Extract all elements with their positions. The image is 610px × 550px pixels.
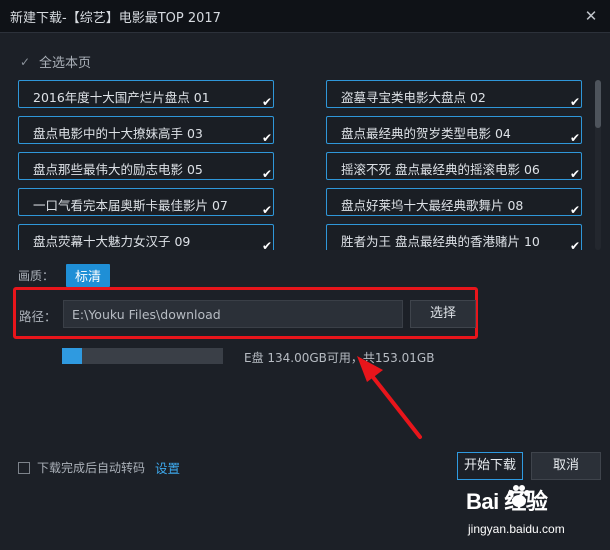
video-title: 摇滚不死 盘点最经典的摇滚电影 06 — [341, 162, 540, 177]
checkmark-icon: ✔ — [569, 95, 580, 109]
video-item-08[interactable]: 盘点好莱坞十大最经典歌舞片 08 ✔ — [326, 188, 582, 216]
video-title: 盘点最经典的贺岁类型电影 04 — [341, 126, 511, 141]
quality-row: 画质： 标清 — [18, 264, 111, 287]
path-label: 路径： — [19, 309, 57, 324]
checkmark-icon: ✔ — [261, 95, 272, 109]
video-title: 盘点好莱坞十大最经典歌舞片 08 — [341, 198, 524, 213]
window-title: 新建下载-【综艺】电影最TOP 2017 — [10, 11, 221, 26]
checkmark-icon: ✔ — [569, 239, 580, 250]
auto-transcode-checkbox[interactable] — [18, 461, 30, 474]
choose-path-button[interactable]: 选择 — [410, 300, 476, 328]
cancel-button[interactable]: 取消 — [531, 452, 601, 480]
auto-transcode-row: 下载完成后自动转码 设置 — [18, 458, 180, 477]
video-item-10[interactable]: 胜者为王 盘点最经典的香港赌片 10 ✔ — [326, 224, 582, 250]
watermark-url: jingyan.baidu.com — [468, 522, 565, 536]
checkmark-icon: ✔ — [261, 167, 272, 181]
start-download-button[interactable]: 开始下载 — [457, 452, 523, 480]
video-title: 盘点电影中的十大撩妹高手 03 — [33, 126, 203, 141]
disk-usage-bar — [62, 348, 223, 364]
video-title: 2016年度十大国产烂片盘点 01 — [33, 90, 210, 105]
paw-icon — [508, 485, 530, 507]
settings-link[interactable]: 设置 — [155, 458, 180, 477]
disk-usage-fill — [62, 348, 82, 364]
checkmark-icon: ✓ — [19, 54, 31, 69]
video-title: 胜者为王 盘点最经典的香港赌片 10 — [341, 234, 540, 249]
checkmark-icon: ✔ — [261, 131, 272, 145]
list-scrollbar[interactable] — [595, 80, 601, 250]
checkmark-icon: ✔ — [569, 167, 580, 181]
video-title: 盘点荧幕十大魅力女汉子 09 — [33, 234, 191, 249]
auto-transcode-label: 下载完成后自动转码 — [37, 461, 146, 475]
checkmark-icon: ✔ — [261, 239, 272, 250]
video-item-06[interactable]: 摇滚不死 盘点最经典的摇滚电影 06 ✔ — [326, 152, 582, 180]
video-title: 盘点那些最伟大的励志电影 05 — [33, 162, 203, 177]
quality-label: 画质： — [18, 269, 55, 283]
scrollbar-thumb[interactable] — [595, 80, 601, 128]
disk-space-info: E盘 134.00GB可用，共153.01GB — [244, 351, 435, 365]
select-all-label: 全选本页 — [39, 56, 92, 71]
video-item-05[interactable]: 盘点那些最伟大的励志电影 05 ✔ — [18, 152, 274, 180]
video-title: 盗墓寻宝类电影大盘点 02 — [341, 90, 486, 105]
checkmark-icon: ✔ — [569, 203, 580, 217]
title-bar: 新建下载-【综艺】电影最TOP 2017 ✕ — [0, 0, 610, 33]
checkmark-icon: ✔ — [261, 203, 272, 217]
video-item-03[interactable]: 盘点电影中的十大撩妹高手 03 ✔ — [18, 116, 274, 144]
video-item-07[interactable]: 一口气看完本届奥斯卡最佳影片 07 ✔ — [18, 188, 274, 216]
video-item-01[interactable]: 2016年度十大国产烂片盘点 01 ✔ — [18, 80, 274, 108]
video-list: 2016年度十大国产烂片盘点 01 ✔ 盗墓寻宝类电影大盘点 02 ✔ 盘点电影… — [18, 80, 590, 250]
select-all-checkbox[interactable]: ✓ 全选本页 — [18, 52, 92, 72]
path-highlight-box: 路径： 选择 — [13, 287, 478, 339]
quality-option-standard[interactable]: 标清 — [66, 264, 111, 287]
video-item-04[interactable]: 盘点最经典的贺岁类型电影 04 ✔ — [326, 116, 582, 144]
video-item-02[interactable]: 盗墓寻宝类电影大盘点 02 ✔ — [326, 80, 582, 108]
video-title: 一口气看完本届奥斯卡最佳影片 07 — [33, 198, 228, 213]
path-input[interactable] — [63, 300, 403, 328]
video-item-09[interactable]: 盘点荧幕十大魅力女汉子 09 ✔ — [18, 224, 274, 250]
checkmark-icon: ✔ — [569, 131, 580, 145]
close-icon[interactable]: ✕ — [580, 5, 602, 27]
